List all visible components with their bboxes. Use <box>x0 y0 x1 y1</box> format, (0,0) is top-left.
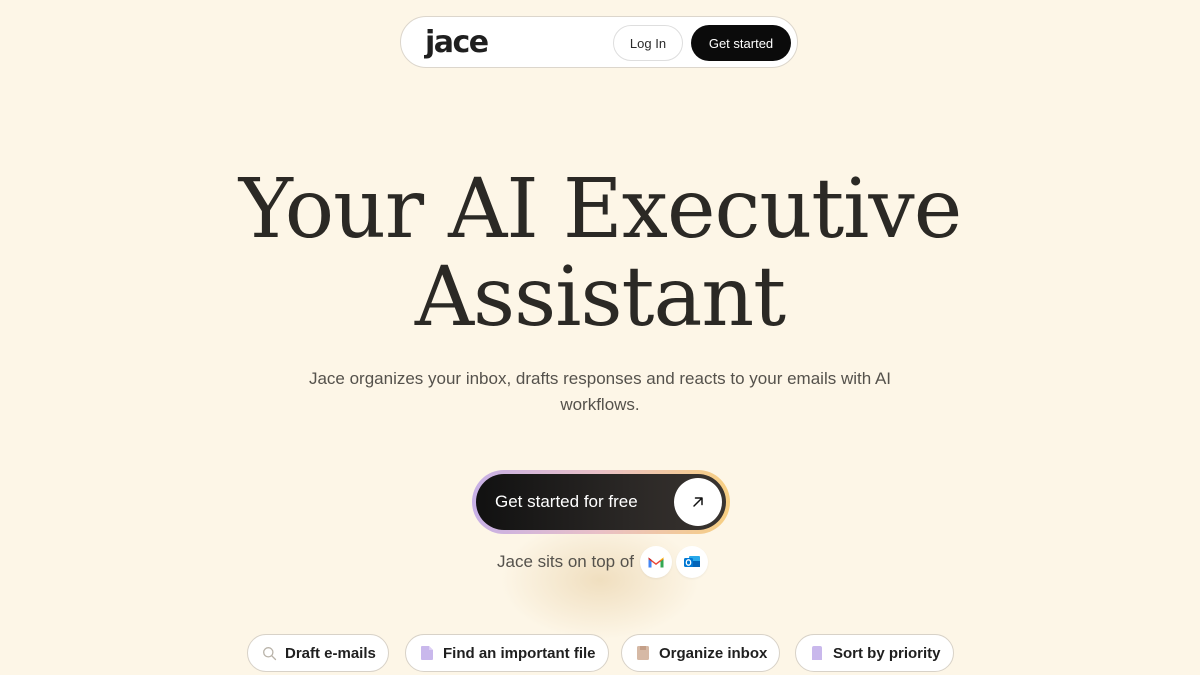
chip-label: Organize inbox <box>659 644 768 662</box>
chip-label: Find an important file <box>443 644 596 662</box>
login-button[interactable]: Log In <box>613 25 683 61</box>
hero-subtitle: Jace organizes your inbox, drafts respon… <box>308 369 892 414</box>
top-navigation-bar: jace Log In Get started <box>400 16 798 68</box>
integrations-row: Jace sits on top of <box>497 546 709 578</box>
cta-inner: Get started for free <box>476 474 726 530</box>
priority-icon <box>809 645 825 661</box>
hero-title-line1: Your AI Executive <box>238 162 963 257</box>
chip-label: Draft e-mails <box>285 644 376 662</box>
hero-title: Your AI Executive Assistant <box>100 166 1100 342</box>
get-started-free-button[interactable]: Get started for free <box>472 470 730 534</box>
arrow-up-right-icon <box>674 478 722 526</box>
decorative-glow <box>500 520 700 640</box>
cta-label: Get started for free <box>495 492 638 511</box>
chip-draft-emails[interactable]: Draft e-mails <box>247 634 389 672</box>
chip-organize-inbox[interactable]: Organize inbox <box>621 634 781 672</box>
gmail-icon <box>640 546 673 578</box>
brand-logo[interactable]: jace <box>425 23 489 63</box>
chip-sort-priority[interactable]: Sort by priority <box>795 634 954 672</box>
search-icon <box>261 645 277 661</box>
chip-find-file[interactable]: Find an important file <box>405 634 609 672</box>
hero-title-line2: Assistant <box>414 250 786 345</box>
file-icon <box>419 645 435 661</box>
folder-icon <box>635 645 651 661</box>
chip-label: Sort by priority <box>833 644 941 662</box>
get-started-button[interactable]: Get started <box>691 25 791 61</box>
outlook-icon <box>676 546 709 578</box>
integrations-label: Jace sits on top of <box>497 552 635 571</box>
